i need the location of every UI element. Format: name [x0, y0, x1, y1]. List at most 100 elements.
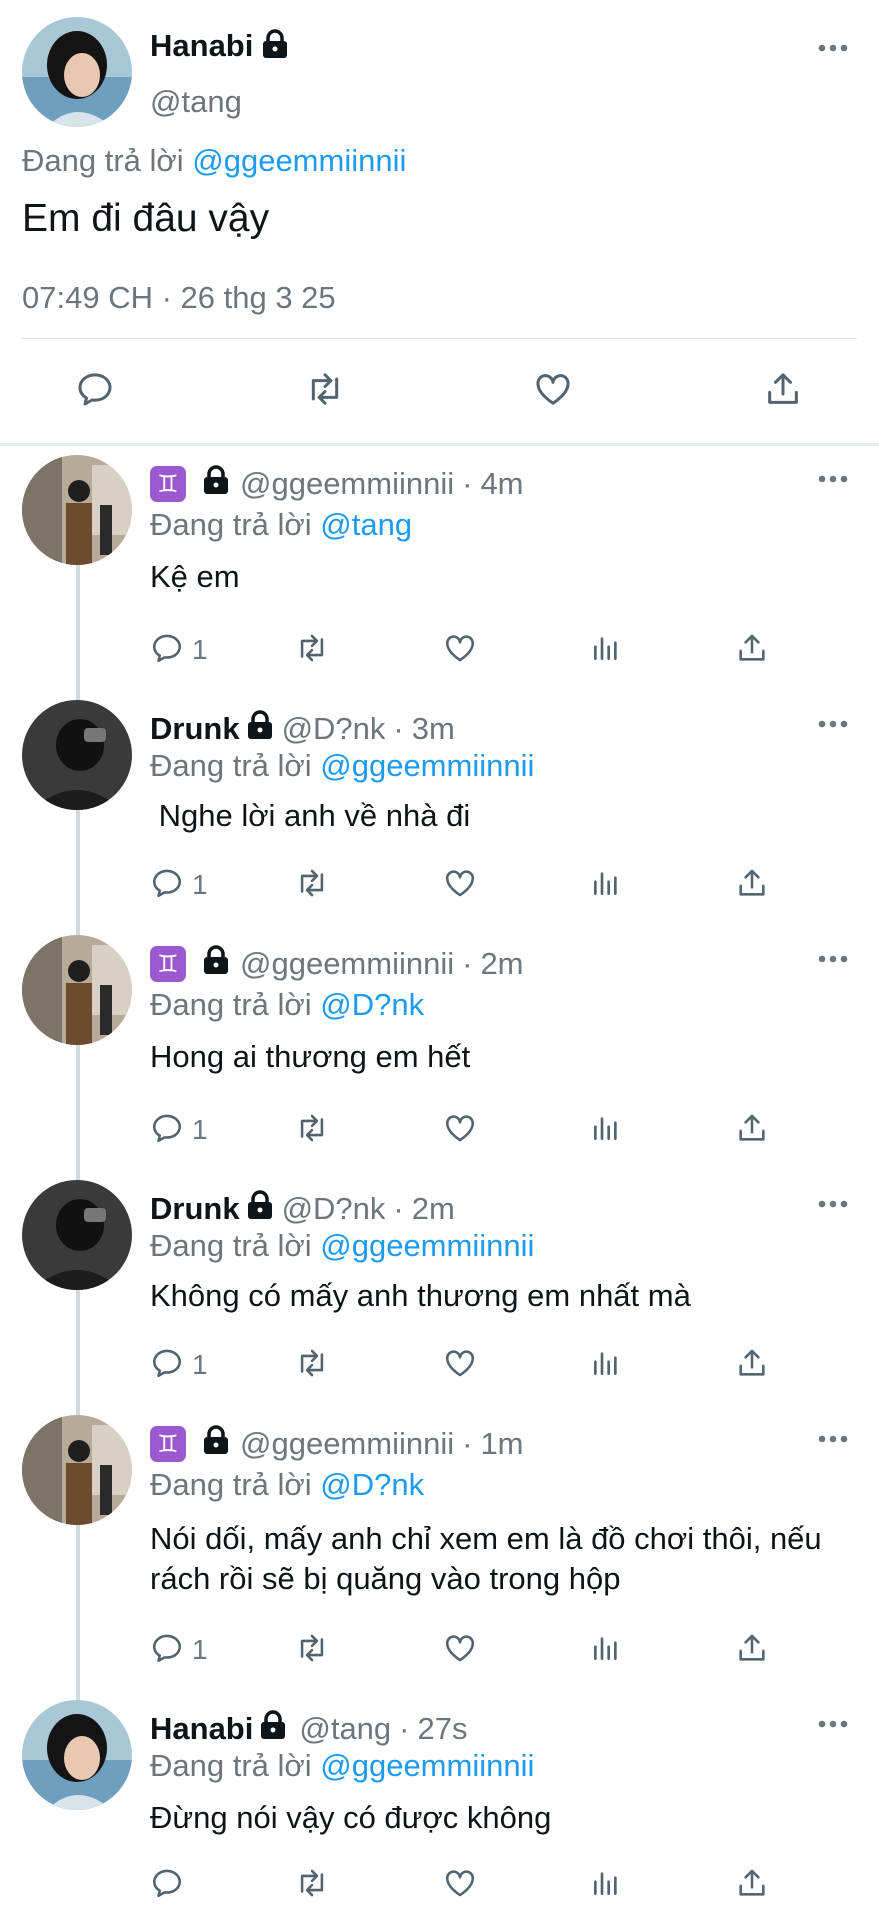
reply-count: 1	[192, 1114, 208, 1145]
more-icon[interactable]	[818, 40, 848, 58]
share-button[interactable]	[735, 865, 769, 905]
share-icon	[735, 1111, 769, 1150]
reply-actions: 1	[150, 1630, 790, 1670]
gemini-icon: ♊	[150, 946, 186, 982]
avatar-ggeemmiinnii[interactable]	[22, 1415, 132, 1525]
retweet-button[interactable]	[293, 1345, 331, 1385]
like-button[interactable]	[442, 1345, 478, 1385]
reply-handle[interactable]: @ggeemmiinnii	[240, 1426, 454, 1462]
lock-icon	[202, 945, 230, 983]
reply-time[interactable]: 2m	[412, 1191, 455, 1227]
replying-to: Đang trả lời @ggeemmiinnii	[150, 748, 534, 784]
replying-to-link[interactable]: @D?nk	[320, 1467, 424, 1502]
like-button[interactable]	[442, 1865, 478, 1905]
views-button[interactable]	[590, 630, 622, 670]
retweet-button[interactable]	[293, 630, 331, 670]
reply-handle[interactable]: @tang	[299, 1711, 391, 1747]
reply-handle[interactable]: @ggeemmiinnii	[240, 466, 454, 502]
reply-time[interactable]: 2m	[480, 946, 523, 982]
more-icon[interactable]	[818, 1431, 848, 1449]
retweet-button[interactable]	[293, 865, 331, 905]
views-button[interactable]	[590, 1865, 622, 1905]
reply-button[interactable]: 1	[150, 630, 208, 670]
section-separator	[0, 443, 879, 446]
reply-tweet[interactable]: ♊ @ggeemmiinnii · 1m Đang trả lời @D?nk …	[0, 1415, 879, 1670]
like-button[interactable]	[442, 865, 478, 905]
reply-icon	[150, 1346, 184, 1385]
reply-tweet[interactable]: Hanabi @tang · 27s Đang trả lời @ggeemmi…	[0, 1700, 879, 1915]
replying-to-link[interactable]: @D?nk	[320, 987, 424, 1022]
like-icon	[532, 369, 574, 414]
reply-time[interactable]: 3m	[412, 711, 455, 747]
avatar-drunk[interactable]	[22, 700, 132, 810]
share-button[interactable]	[735, 630, 769, 670]
reply-icon	[150, 631, 184, 670]
display-name[interactable]: Drunk	[150, 711, 240, 747]
reply-button[interactable]: 1	[150, 1630, 208, 1670]
retweet-button[interactable]	[293, 1865, 331, 1905]
avatar-hanabi[interactable]	[22, 1700, 132, 1810]
reply-time[interactable]: 27s	[418, 1711, 468, 1747]
reply-handle[interactable]: @D?nk	[282, 711, 386, 747]
avatar-ggeemmiinnii[interactable]	[22, 455, 132, 565]
display-name[interactable]: Hanabi	[150, 28, 253, 64]
views-button[interactable]	[590, 1110, 622, 1150]
reply-button[interactable]	[150, 1865, 184, 1905]
like-button[interactable]	[442, 1110, 478, 1150]
reply-icon	[75, 369, 115, 414]
retweet-button[interactable]	[304, 370, 346, 412]
reply-time[interactable]: 1m	[480, 1426, 523, 1462]
replying-to: Đang trả lời @D?nk	[150, 987, 424, 1023]
main-tweet: Hanabi @tang Đang trả lời @ggeemmiinnii …	[0, 0, 879, 445]
reply-tweet[interactable]: ♊ @ggeemmiinnii · 4m Đang trả lời @tang …	[0, 455, 879, 670]
more-icon[interactable]	[818, 1196, 848, 1214]
replying-to-link[interactable]: @ggeemmiinnii	[320, 1228, 534, 1263]
reply-time[interactable]: 4m	[480, 466, 523, 502]
replying-to: Đang trả lời @ggeemmiinnii	[150, 1748, 534, 1784]
share-button[interactable]	[735, 1630, 769, 1670]
avatar-ggeemmiinnii[interactable]	[22, 935, 132, 1045]
more-icon[interactable]	[818, 1716, 848, 1734]
like-button[interactable]	[442, 630, 478, 670]
reply-button[interactable]: 1	[150, 1110, 208, 1150]
reply-handle[interactable]: @D?nk	[282, 1191, 386, 1227]
retweet-icon	[293, 1346, 331, 1385]
display-name[interactable]: Drunk	[150, 1191, 240, 1227]
tweet-timestamp[interactable]: 07:49 CH · 26 thg 3 25	[22, 280, 336, 316]
views-button[interactable]	[590, 1345, 622, 1385]
like-button[interactable]	[532, 370, 574, 412]
reply-tweet[interactable]: Drunk @D?nk · 2m Đang trả lời @ggeemmiin…	[0, 1180, 879, 1385]
share-button[interactable]	[735, 1865, 769, 1905]
replying-to-link[interactable]: @ggeemmiinnii	[320, 748, 534, 783]
tweet-text: Em đi đâu vậy	[22, 197, 270, 240]
avatar-drunk[interactable]	[22, 1180, 132, 1290]
display-name[interactable]: Hanabi	[150, 1711, 253, 1747]
reply-handle[interactable]: @ggeemmiinnii	[240, 946, 454, 982]
replying-prefix: Đang trả lời	[150, 748, 312, 783]
handle[interactable]: @tang	[150, 84, 242, 120]
retweet-button[interactable]	[293, 1630, 331, 1670]
reply-button[interactable]: 1	[150, 865, 208, 905]
reply-count: 1	[192, 1349, 208, 1380]
retweet-button[interactable]	[293, 1110, 331, 1150]
share-button[interactable]	[762, 370, 804, 412]
replying-to-link[interactable]: @tang	[320, 507, 412, 542]
reply-tweet[interactable]: ♊ @ggeemmiinnii · 2m Đang trả lời @D?nk …	[0, 935, 879, 1150]
more-icon[interactable]	[818, 471, 848, 489]
reply-tweet[interactable]: Drunk @D?nk · 3m Đang trả lời @ggeemmiin…	[0, 700, 879, 905]
replying-to-link[interactable]: @ggeemmiinnii	[192, 143, 406, 178]
lock-icon	[259, 1710, 287, 1748]
avatar-hanabi[interactable]	[22, 17, 132, 127]
reply-actions: 1	[150, 1110, 790, 1150]
share-button[interactable]	[735, 1110, 769, 1150]
reply-button[interactable]: 1	[150, 1345, 208, 1385]
reply-button[interactable]	[74, 370, 116, 412]
share-button[interactable]	[735, 1345, 769, 1385]
lock-icon	[246, 1190, 274, 1228]
like-button[interactable]	[442, 1630, 478, 1670]
views-button[interactable]	[590, 1630, 622, 1670]
views-button[interactable]	[590, 865, 622, 905]
more-icon[interactable]	[818, 951, 848, 969]
replying-to-link[interactable]: @ggeemmiinnii	[320, 1748, 534, 1783]
more-icon[interactable]	[818, 716, 848, 734]
